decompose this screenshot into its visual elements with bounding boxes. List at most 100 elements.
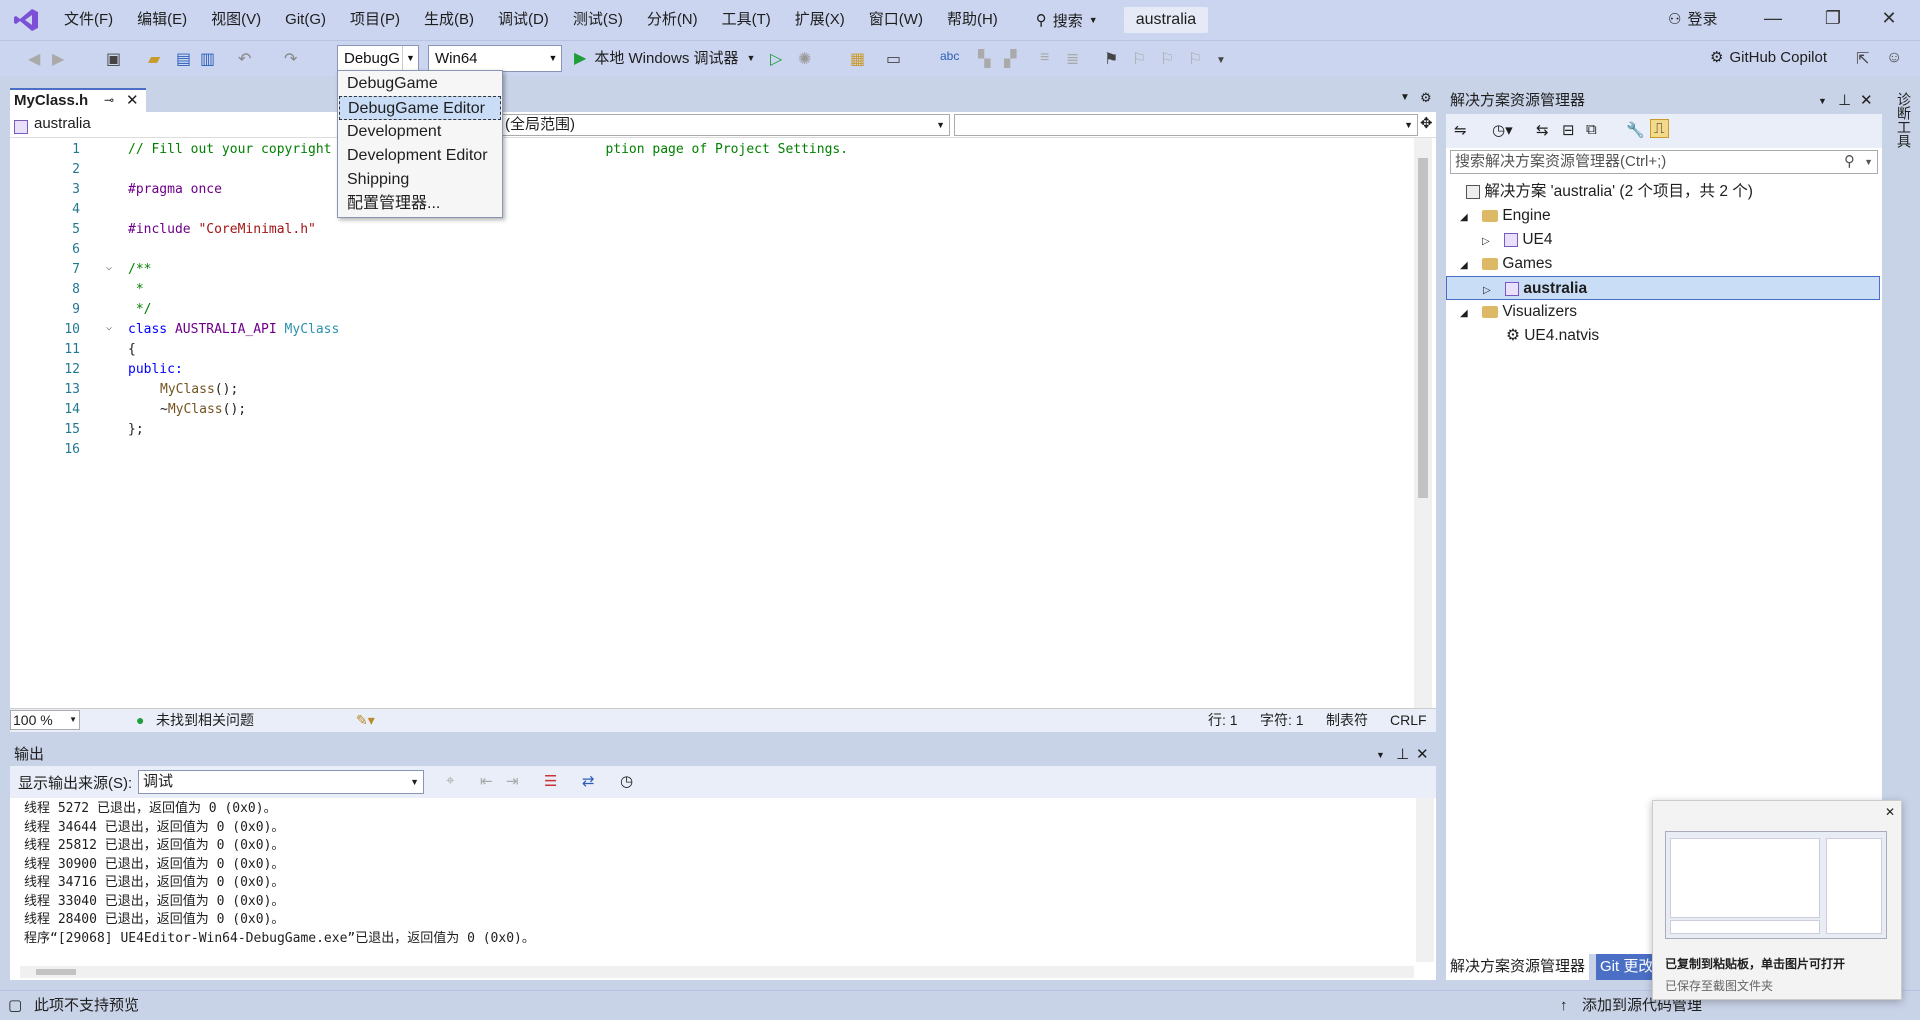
diagnostic-tools-tab[interactable]: 诊断工具 xyxy=(1894,92,1914,148)
menu-item[interactable]: Git(G) xyxy=(273,0,338,40)
visual-studio-logo-icon[interactable] xyxy=(0,0,52,40)
collapse-icon[interactable]: ⌵ xyxy=(106,262,112,273)
scrollbar-thumb[interactable] xyxy=(1418,158,1428,498)
switch-views-icon[interactable]: ⇋ xyxy=(1454,121,1467,139)
next-bookmark-icon[interactable]: ⚐ xyxy=(1160,49,1174,69)
project-nav-combo[interactable]: australia xyxy=(12,114,342,136)
properties-icon[interactable]: 🔧 xyxy=(1626,121,1645,139)
output-horizontal-scrollbar[interactable] xyxy=(20,966,1414,978)
undo-icon[interactable]: ↶ xyxy=(238,49,251,69)
platform-combo[interactable]: Win64 ▼ xyxy=(428,45,562,72)
settings-icon[interactable]: ⚙ xyxy=(1420,90,1432,106)
forward-icon[interactable]: ▶ xyxy=(52,49,64,69)
menu-item[interactable]: 调试(D) xyxy=(486,0,561,40)
menu-item[interactable]: 测试(S) xyxy=(561,0,635,40)
configuration-option[interactable]: DebugGame Editor xyxy=(339,96,501,120)
configuration-option[interactable]: DebugGame xyxy=(339,72,501,96)
chevron-down-icon[interactable]: ▼ xyxy=(1818,88,1827,114)
chevron-down-icon[interactable]: ▼ xyxy=(1376,744,1385,766)
menu-item[interactable]: 工具(T) xyxy=(710,0,783,40)
comment-icon[interactable]: ▚ xyxy=(978,49,990,69)
cleanup-icon[interactable]: ✎▾ xyxy=(356,709,375,731)
outdent-icon[interactable]: ≡ xyxy=(1040,49,1049,67)
menu-item[interactable]: 视图(V) xyxy=(199,0,273,40)
collapse-icon[interactable]: ⌵ xyxy=(106,322,112,333)
clear-bookmarks-icon[interactable]: ⚐ xyxy=(1188,49,1202,69)
open-folder-icon[interactable]: ▰ xyxy=(148,49,160,69)
close-tab-icon[interactable]: ✕ xyxy=(126,90,139,111)
redo-icon[interactable]: ↷ xyxy=(284,49,297,69)
scrollbar-thumb[interactable] xyxy=(36,969,76,975)
screenshot-toast[interactable]: ✕ 已复制到粘贴板，单击图片可打开 已保存至截图文件夹 xyxy=(1652,800,1902,1000)
share-icon[interactable]: ⇱ xyxy=(1856,49,1869,69)
close-window-button[interactable]: ✕ xyxy=(1874,8,1904,29)
folder-node-visualizers[interactable]: ◢ Visualizers xyxy=(1460,300,1577,324)
new-project-icon[interactable]: ▣ xyxy=(106,49,121,69)
configuration-combo[interactable]: DebugG ▼ xyxy=(337,45,419,72)
pin-icon[interactable]: ⊸ xyxy=(104,90,114,111)
folder-node-engine[interactable]: ◢ Engine xyxy=(1460,204,1551,228)
menu-item[interactable]: 项目(P) xyxy=(338,0,412,40)
pin-icon[interactable]: ⊥ xyxy=(1838,88,1851,114)
screenshot-thumbnail[interactable] xyxy=(1665,831,1887,939)
configuration-option[interactable]: Development Editor xyxy=(339,144,501,168)
save-icon[interactable]: ▤ xyxy=(176,49,191,69)
member-nav-combo[interactable]: ▼ xyxy=(954,114,1418,136)
close-icon[interactable]: ✕ xyxy=(1885,805,1895,819)
feedback-icon[interactable]: ☺ xyxy=(1886,49,1902,67)
find-message-icon[interactable]: ⌖ xyxy=(446,772,454,789)
project-node-australia[interactable]: ▷ australia xyxy=(1446,276,1880,300)
restore-button[interactable]: ❐ xyxy=(1818,8,1848,29)
indent-icon[interactable]: ≣ xyxy=(1066,49,1079,69)
github-copilot-button[interactable]: ⚙ GitHub Copilot xyxy=(1710,48,1827,67)
char-position[interactable]: 字符: 1 xyxy=(1260,709,1304,731)
line-position[interactable]: 行: 1 xyxy=(1208,709,1238,731)
login-button[interactable]: ⚇ 登录 xyxy=(1668,8,1717,29)
solution-search-input[interactable]: 搜索解决方案资源管理器(Ctrl+;) ⚲ ▼ xyxy=(1450,150,1878,174)
tab-solution-explorer[interactable]: 解决方案资源管理器 xyxy=(1446,954,1590,980)
tab-git-changes[interactable]: Git 更改 xyxy=(1596,954,1658,980)
tab-myclass-h[interactable]: MyClass.h ⊸ ✕ xyxy=(10,88,146,112)
editor-vertical-scrollbar[interactable] xyxy=(1414,138,1432,708)
prev-message-icon[interactable]: ⇤ xyxy=(480,772,493,790)
solution-root-node[interactable]: 解决方案 'australia' (2 个项目，共 2 个) xyxy=(1466,180,1753,204)
zoom-combo[interactable]: 100 % ▼ xyxy=(10,710,80,730)
pin-icon[interactable]: ⊥ xyxy=(1396,744,1409,766)
menu-item[interactable]: 帮助(H) xyxy=(935,0,1010,40)
browse-folder-icon[interactable]: ▦ xyxy=(850,49,865,69)
tab-list-dropdown-icon[interactable]: ▼ xyxy=(1400,92,1410,103)
preview-icon[interactable]: ⎍ xyxy=(1650,119,1669,138)
folder-node-games[interactable]: ◢ Games xyxy=(1460,252,1552,276)
menu-item[interactable]: 编辑(E) xyxy=(125,0,199,40)
minimize-button[interactable]: — xyxy=(1758,8,1788,29)
prev-bookmark-icon[interactable]: ⚐ xyxy=(1132,49,1146,69)
uncomment-icon[interactable]: ▞ xyxy=(1004,49,1016,69)
menu-item[interactable]: 窗口(W) xyxy=(857,0,935,40)
split-editor-icon[interactable]: ✥ xyxy=(1420,114,1433,132)
start-debugging-button[interactable]: ▶ 本地 Windows 调试器 ▼ xyxy=(574,47,755,68)
clear-all-icon[interactable]: ☰ xyxy=(544,772,557,790)
hot-reload-icon[interactable]: ✺ xyxy=(798,49,811,69)
back-icon[interactable]: ◀ xyxy=(28,49,40,69)
line-ending[interactable]: CRLF xyxy=(1390,709,1427,731)
spell-check-icon[interactable]: abc xyxy=(940,49,959,63)
collapse-all-icon[interactable]: ⊟ xyxy=(1562,121,1575,139)
output-source-combo[interactable]: 调试 ▼ xyxy=(138,770,424,794)
menu-item[interactable]: 扩展(X) xyxy=(783,0,857,40)
history-icon[interactable]: ◷▾ xyxy=(1492,121,1513,139)
issues-label[interactable]: 未找到相关问题 xyxy=(156,709,254,731)
clock-icon[interactable]: ◷ xyxy=(620,772,633,790)
layout-icon[interactable]: ▭ xyxy=(886,49,901,69)
configuration-option[interactable]: Development xyxy=(339,120,501,144)
search-button[interactable]: ⚲ 搜索 ▼ xyxy=(1026,0,1108,40)
show-all-files-icon[interactable]: ⧉ xyxy=(1586,121,1597,138)
scope-nav-combo[interactable]: (全局范围) ▼ xyxy=(500,114,950,136)
menu-item[interactable]: 文件(F) xyxy=(52,0,125,40)
output-vertical-scrollbar[interactable] xyxy=(1416,798,1434,962)
save-all-icon[interactable]: ▥ xyxy=(200,49,215,69)
toolbar-overflow-icon[interactable]: ▼ xyxy=(1216,55,1226,66)
menu-item[interactable]: 生成(B) xyxy=(412,0,486,40)
menu-item[interactable]: 分析(N) xyxy=(635,0,710,40)
bookmark-icon[interactable]: ⚑ xyxy=(1104,49,1118,69)
word-wrap-icon[interactable]: ⇄ xyxy=(582,772,595,790)
